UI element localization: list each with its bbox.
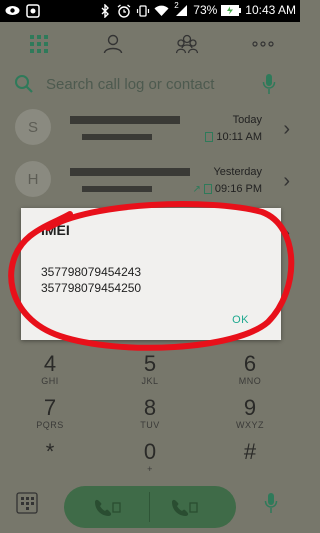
signal-icon: 2 [173, 1, 189, 18]
key-8[interactable]: 8 TUV [120, 395, 180, 431]
key-letters: JKL [141, 376, 159, 386]
tab-contacts[interactable] [98, 30, 128, 58]
sim-icon [205, 132, 214, 142]
grid-icon [30, 35, 48, 53]
key-letters: PQRS [36, 420, 64, 430]
call-log-item[interactable]: S Today 10:11 AM › [0, 106, 300, 156]
signal-badge: 2 [173, 1, 180, 10]
tab-bar [0, 22, 300, 66]
key-letters: GHI [41, 376, 59, 386]
chevron-right-icon[interactable]: › [283, 222, 290, 245]
call-sim2-icon[interactable] [169, 497, 199, 522]
avatar: H [15, 161, 51, 197]
redacted-name [70, 168, 190, 176]
key-letters: TUV [140, 420, 160, 430]
imei-2: 357798079454250 [41, 281, 142, 295]
key-9[interactable]: 9 WXYZ [220, 395, 280, 431]
call-time-row: 10:11 AM [205, 131, 262, 143]
tab-groups[interactable] [172, 30, 202, 58]
status-bar: 2 73% 10:43 AM [0, 0, 300, 22]
key-5[interactable]: 5 JKL [120, 351, 180, 387]
key-letters: WXYZ [236, 420, 264, 430]
key-digit: 8 [143, 395, 157, 420]
call-log-item[interactable]: H Yesterday ↗ 09:16 PM › [0, 158, 300, 208]
key-digit: 7 [43, 395, 57, 420]
eye-icon [5, 3, 20, 18]
redacted-name [70, 116, 180, 124]
alarm-icon [116, 3, 131, 18]
key-7[interactable]: 7 PQRS [20, 395, 80, 431]
battery-charging-icon [221, 3, 242, 18]
key-letters: + [147, 464, 153, 474]
call-date: Today [232, 114, 262, 126]
bottom-bar [0, 480, 300, 533]
person-icon [103, 34, 123, 54]
more-icon [252, 41, 274, 47]
call-time-row: ↗ 09:16 PM [193, 183, 262, 195]
app-notification-icon [25, 3, 40, 18]
group-icon [176, 34, 198, 54]
key-digit: 0 [143, 439, 157, 464]
chevron-right-icon[interactable]: › [283, 118, 290, 141]
sim-icon [203, 184, 212, 194]
mic-icon[interactable] [262, 73, 276, 100]
call-time: 09:16 PM [214, 183, 262, 195]
dialog-title: IMEI [41, 222, 70, 238]
key-6[interactable]: 6 MNO [220, 351, 280, 387]
call-time: 10:11 AM [216, 131, 262, 143]
clock: 10:43 AM [245, 3, 296, 17]
search-icon [14, 74, 34, 99]
voice-dial-icon[interactable] [264, 492, 278, 519]
battery-percent: 73% [193, 3, 218, 17]
dialpad-toggle-icon[interactable] [16, 492, 38, 519]
key-digit: * [45, 439, 55, 464]
call-button[interactable] [64, 486, 236, 528]
outgoing-call-icon: ↗ [192, 183, 201, 195]
vibrate-icon [135, 3, 150, 18]
tab-more[interactable] [248, 30, 278, 58]
avatar: S [15, 109, 51, 145]
imei-dialog: IMEI 357798079454243 357798079454250 OK [21, 208, 281, 340]
key-digit: 6 [243, 351, 257, 376]
call-sim1-icon[interactable] [92, 497, 122, 522]
ok-button[interactable]: OK [232, 314, 249, 326]
bluetooth-icon [97, 3, 112, 18]
redacted-number [82, 186, 152, 192]
divider [149, 492, 150, 522]
key-0[interactable]: 0 + [120, 439, 180, 475]
imei-1: 357798079454243 [41, 265, 142, 279]
key-digit: # [243, 439, 257, 464]
redacted-number [82, 134, 152, 140]
key-star[interactable]: * [20, 440, 80, 464]
key-digit: 9 [243, 395, 257, 420]
call-date: Yesterday [213, 166, 262, 178]
key-letters: MNO [238, 376, 262, 386]
key-4[interactable]: 4 GHI [20, 351, 80, 387]
chevron-right-icon[interactable]: › [283, 170, 290, 193]
key-digit: 5 [143, 351, 157, 376]
key-digit: 4 [43, 351, 57, 376]
tab-dialpad[interactable] [24, 30, 54, 58]
wifi-icon [154, 3, 169, 18]
key-hash[interactable]: # [220, 440, 280, 464]
search-bar[interactable]: Search call log or contact [0, 66, 300, 104]
search-input[interactable]: Search call log or contact [46, 76, 214, 93]
